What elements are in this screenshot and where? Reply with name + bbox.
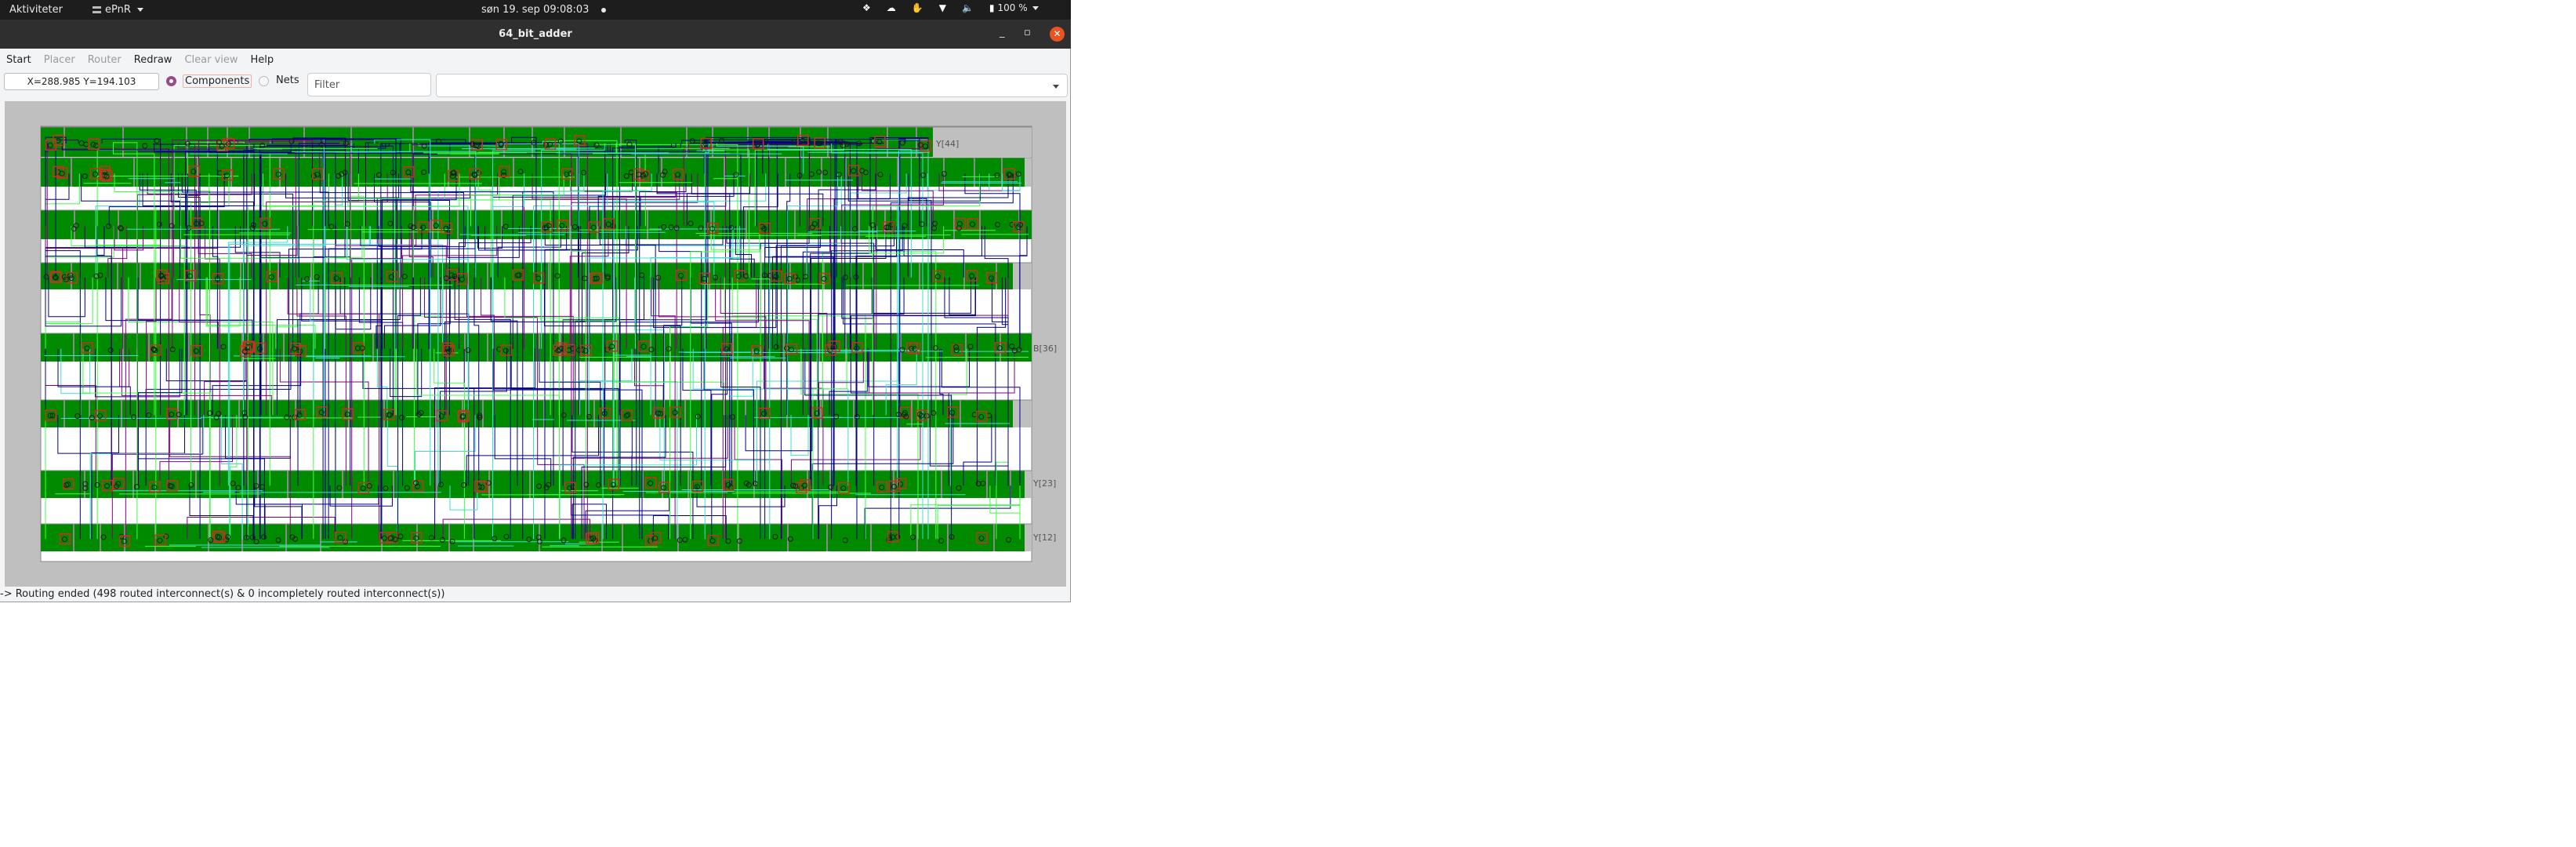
system-tray[interactable]: ❖ ☁ ✋ ▼ 🔈 ▮ 100 %	[862, 2, 1039, 13]
wifi-icon[interactable]: ▼	[939, 2, 946, 13]
menu-help[interactable]: Help	[245, 54, 281, 66]
row-empty-area	[1025, 158, 1032, 187]
cell-row	[41, 524, 1025, 551]
close-button[interactable]: ✕	[1050, 27, 1065, 42]
system-top-bar: Aktiviteter ePnR søn 19. sep 09:08:03 ❖ …	[0, 0, 1071, 20]
maximize-button[interactable]: ▫	[1024, 27, 1031, 38]
app-window: Start Placer Router Redraw Clear view He…	[0, 49, 1071, 602]
menu-placer[interactable]: Placer	[38, 54, 82, 66]
app-menu-button[interactable]: ePnR	[93, 4, 143, 16]
io-pin-label: Y[44]	[935, 139, 959, 149]
nets-radio[interactable]	[259, 76, 269, 86]
system-menu-chevron-icon[interactable]	[1032, 5, 1039, 10]
minimize-button[interactable]: _	[1000, 27, 1005, 38]
cloud-sync-icon[interactable]: ☁	[887, 2, 896, 13]
app-name: ePnR	[105, 4, 131, 16]
window-titlebar: 64_bit_adder _ ▫ ✕	[0, 20, 1071, 49]
window-title: 64_bit_adder	[499, 28, 572, 40]
io-pin-label: B[36]	[1033, 344, 1057, 354]
status-message: -> Routing ended (498 routed interconnec…	[0, 588, 445, 600]
menu-router[interactable]: Router	[82, 54, 128, 66]
nets-radio-label[interactable]: Nets	[276, 75, 299, 86]
row-empty-area	[1013, 263, 1032, 289]
volume-icon[interactable]: 🔈	[962, 2, 974, 13]
row-empty-area	[1025, 524, 1032, 551]
battery-level: 100 %	[997, 2, 1028, 13]
row-empty-area	[1025, 471, 1032, 498]
filter-input[interactable]: Filter	[307, 73, 431, 96]
notification-dot-icon	[601, 8, 606, 13]
battery-icon[interactable]: ▮	[989, 2, 995, 13]
menu-clear-view[interactable]: Clear view	[178, 54, 244, 66]
menu-redraw[interactable]: Redraw	[128, 54, 179, 66]
app-icon	[93, 6, 101, 13]
io-pin-label: Y[12]	[1032, 533, 1056, 543]
coordinate-readout: X=288.985 Y=194.103	[4, 73, 159, 90]
activities-button[interactable]: Aktiviteter	[9, 4, 63, 16]
layout-view[interactable]: Y[44] B[36] Y[23] Y[12]	[5, 101, 1066, 587]
cell-row	[41, 400, 1013, 427]
dropdown-arrow-icon[interactable]	[1053, 85, 1059, 89]
menu-start[interactable]: Start	[0, 54, 38, 66]
row-empty-area	[1013, 400, 1032, 427]
components-radio[interactable]	[166, 76, 176, 86]
hand-icon[interactable]: ✋	[912, 2, 923, 13]
chevron-down-icon	[136, 8, 143, 12]
io-pin-label: Y[23]	[1032, 478, 1056, 489]
layout-canvas[interactable]: Y[44] B[36] Y[23] Y[12]	[5, 101, 1066, 587]
menu-bar: Start Placer Router Redraw Clear view He…	[0, 49, 280, 71]
components-radio-label[interactable]: Components	[183, 75, 252, 88]
clock[interactable]: søn 19. sep 09:08:03	[481, 4, 589, 16]
dropbox-icon[interactable]: ❖	[862, 2, 871, 13]
selection-combobox[interactable]	[436, 74, 1068, 97]
